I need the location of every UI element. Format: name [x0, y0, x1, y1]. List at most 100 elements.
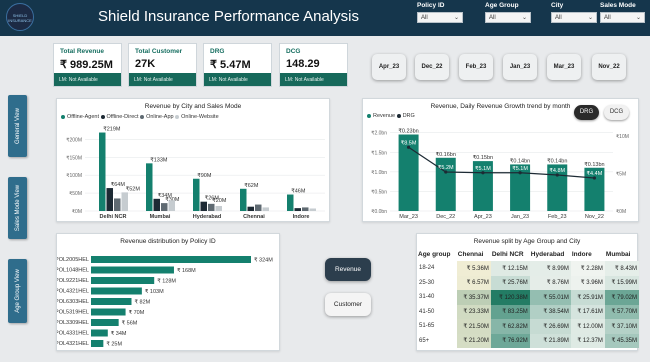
select-value: All	[555, 15, 562, 21]
column-header: Indore	[571, 251, 592, 258]
month-button-dec-22[interactable]: Dec_22	[415, 54, 449, 80]
select-value: All	[604, 15, 611, 21]
table-row: 41-50 ₹ 23.33M ₹ 83.25M ₹ 38.54M ₹ 17.61M ₹ 5…	[417, 304, 639, 319]
month-button-apr-23[interactable]: Apr_23	[372, 54, 406, 80]
table-cell: ₹ 83.25M	[490, 304, 530, 319]
trend-chart-svg: ₹0.0bn ₹0.5bn ₹1.0bn ₹1.5bn ₹2.0bn ₹0M ₹5M ₹10M…	[371, 128, 629, 221]
bar-value-label: ₹133M	[150, 156, 168, 163]
table-cell: ₹ 21.89M	[529, 333, 571, 348]
age-city-revenue-table: Revenue split by Age Group and City Age …	[416, 233, 639, 351]
chevron-down-icon: ⌄	[587, 15, 593, 21]
policy-bar	[91, 256, 251, 263]
month-button-nov-22[interactable]: Nov_22	[592, 54, 626, 80]
column-header: Hyderabad	[530, 251, 565, 258]
revenue-button[interactable]: Revenue	[325, 258, 371, 281]
filter-label: Sales Mode	[600, 2, 636, 9]
drg-label: ₹5.1M	[475, 165, 491, 172]
row-label: 31-40	[419, 294, 435, 301]
kpi-footer: LM: Not Available	[54, 73, 121, 86]
x-tick-label: Jan_23	[511, 214, 529, 220]
bar-value-label: ₹ 70M	[129, 309, 145, 316]
y-tick-label: ₹50M	[69, 191, 82, 197]
city-select[interactable]: All ⌄	[551, 12, 597, 23]
month-button-jan-23[interactable]: Jan_23	[503, 54, 537, 80]
policy-revenue-chart: Revenue distribution by Policy ID POL200…	[56, 233, 280, 351]
table-cell: ₹ 45.35M	[604, 333, 639, 348]
policy-bar	[91, 340, 104, 347]
chart-title: Revenue split by Age Group and City	[473, 238, 581, 245]
y-tick-label: POL4331HEL	[57, 331, 89, 337]
table-cell: ₹ 26.69M	[529, 319, 571, 334]
kpi-footer: LM: Not Available	[129, 73, 196, 86]
column-header: Age group	[418, 251, 451, 258]
revenue-label: ₹0.15bn	[473, 154, 493, 161]
table-cell: ₹ 25.76M	[490, 275, 530, 290]
kpi-footer: LM: Not Available	[204, 73, 271, 86]
month-button-mar-23[interactable]: Mar_23	[547, 54, 581, 80]
x-tick-label: Mar_23	[399, 214, 418, 220]
row-label: 51-65	[419, 323, 435, 330]
drg-label: ₹4.8M	[549, 167, 565, 174]
page-title: Shield Insurance Performance Analysis	[98, 8, 359, 25]
table-cell: ₹ 23.33M	[456, 304, 491, 319]
customer-button[interactable]: Customer	[325, 293, 371, 316]
table-cell: ₹ 12.37M	[570, 333, 605, 348]
table-cell: ₹ 38.54M	[529, 304, 571, 319]
policy-id-select[interactable]: All ⌄	[417, 12, 463, 23]
y-tick-label: ₹0M	[72, 209, 82, 215]
kpi-value: ₹ 5.47M	[210, 59, 251, 71]
filter-label: Age Group	[485, 2, 519, 9]
age-group-select[interactable]: All ⌄	[485, 12, 531, 23]
nav-general-view[interactable]: General View	[8, 95, 27, 157]
table-row: 65+ ₹ 21.20M ₹ 76.92M ₹ 21.89M ₹ 12.37M ₹ 45.…	[417, 333, 639, 348]
kpi-value: 148.29	[286, 58, 320, 70]
table-cell: ₹ 21.20M	[456, 333, 491, 348]
x-tick-label: Delhi NCR	[100, 214, 127, 220]
nav-age-group-view[interactable]: Age Group View	[8, 259, 27, 323]
x-tick-label: Hyderabad	[193, 214, 221, 220]
row-label: 65+	[419, 337, 430, 344]
kpi-dcg: DCG 148.29 LM: Not Available	[279, 43, 348, 87]
sales-mode-select[interactable]: All ⌄	[600, 12, 645, 23]
table-header-row: Age group Chennai Delhi NCR Hyderabad In…	[417, 248, 639, 261]
kpi-value: ₹ 989.25M	[60, 59, 113, 71]
policy-bar	[91, 287, 142, 295]
table-cell: ₹ 79.02M	[604, 290, 639, 305]
y-tick-label: ₹0.0bn	[371, 209, 387, 215]
kpi-footer: LM: Not Available	[280, 73, 347, 86]
city-bar-chart-svg: ₹0M ₹50M ₹100M ₹150M ₹200M ₹219M ₹64M₹52M Delhi…	[66, 126, 325, 220]
filter-sales-mode: Sales Mode All ⌄	[600, 2, 645, 23]
table-cell: ₹ 120.38M	[490, 290, 530, 305]
bar	[168, 200, 175, 211]
bar-value-label: ₹46M	[291, 188, 306, 195]
policy-bar	[91, 319, 119, 326]
bar-value-label: ₹ 103M	[145, 288, 164, 295]
x-tick-label: Mumbai	[150, 214, 171, 220]
table-cell: ₹ 8.43M	[604, 261, 639, 276]
nav-sales-mode-view[interactable]: Sales Mode View	[8, 177, 27, 239]
kpi-label: DRG	[210, 48, 225, 55]
y-tick-label: ₹150M	[66, 155, 82, 161]
company-logo: SHIELD INSURANCE	[6, 3, 34, 31]
bar-value-label: ₹ 324M	[254, 257, 273, 264]
kpi-value: 27K	[135, 58, 156, 70]
table-cell: ₹ 2.28M	[570, 261, 605, 276]
bar	[247, 206, 254, 211]
month-button-feb-23[interactable]: Feb_23	[459, 54, 493, 80]
table-cell: ₹ 12.15M	[490, 261, 530, 276]
bar-value-label: ₹20M	[212, 197, 227, 204]
y-tick-label: POL4321HEL	[57, 289, 89, 295]
bar	[240, 188, 247, 211]
revenue-by-city-chart: Revenue by City and Sales Mode Offline-A…	[56, 98, 330, 222]
x-tick-label: Indore	[293, 214, 310, 220]
y2-tick-label: ₹10M	[616, 134, 629, 140]
bar-value-label: ₹219M	[103, 126, 121, 133]
x-tick-label: Chennai	[243, 214, 265, 220]
table-cell: ₹ 8.99M	[529, 261, 571, 276]
table-row: 18-24 ₹ 5.36M ₹ 12.15M ₹ 8.99M ₹ 2.28M ₹ 8.43…	[417, 261, 639, 276]
select-value: All	[421, 15, 428, 21]
filter-label: Policy ID	[417, 2, 445, 9]
bar	[193, 178, 200, 211]
revenue-label: ₹0.14bn	[547, 157, 567, 164]
y-tick-label: ₹200M	[66, 137, 82, 143]
